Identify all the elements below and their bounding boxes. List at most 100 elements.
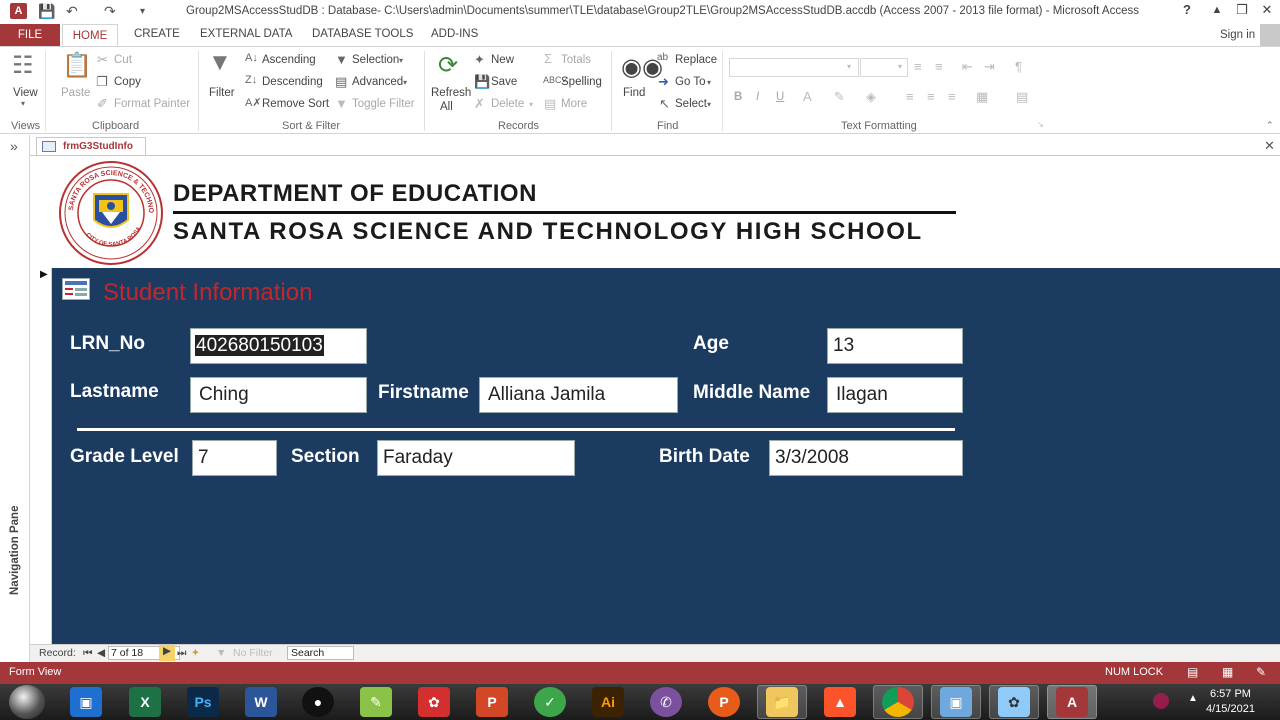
navigation-pane-label[interactable]: Navigation Pane	[9, 506, 21, 595]
view-icon[interactable]: ☷	[12, 51, 34, 80]
find-button[interactable]: Find	[623, 87, 645, 99]
view-button[interactable]: View	[13, 87, 38, 99]
close-button[interactable]: ✕	[1254, 2, 1280, 18]
age-field[interactable]: 13	[827, 328, 963, 364]
replace-button[interactable]: Replace	[675, 54, 717, 66]
paint-icon[interactable]: ✿	[998, 687, 1030, 717]
font-name-dropdown[interactable]	[729, 58, 859, 77]
grade-level-field[interactable]: 7	[192, 440, 277, 476]
copy-button[interactable]: Copy	[114, 76, 141, 88]
tab-add-ins[interactable]: ADD-INS	[431, 28, 478, 40]
obs-record-icon[interactable]: ●	[302, 687, 334, 717]
goto-button[interactable]: Go To	[675, 76, 705, 88]
more-button[interactable]: More	[561, 98, 587, 110]
tab-database-tools[interactable]: DATABASE TOOLS	[312, 28, 413, 40]
delete-record-button[interactable]: Delete	[491, 98, 524, 110]
cut-button[interactable]: Cut	[114, 54, 132, 66]
increase-indent-icon[interactable]: ⇥	[984, 59, 995, 75]
lastname-field[interactable]: Ching	[190, 377, 367, 413]
decrease-indent-icon[interactable]: ⇤	[962, 59, 973, 75]
camtasia-icon[interactable]: ✓	[534, 687, 566, 717]
save-record-button[interactable]: Save	[491, 76, 517, 88]
tray-app-icon[interactable]	[1153, 693, 1169, 709]
navigation-pane[interactable]: » Navigation Pane	[0, 135, 30, 662]
notepad-icon[interactable]: ✎	[360, 687, 392, 717]
paragraph-direction-icon[interactable]: ¶	[1015, 59, 1022, 74]
potplayer-icon[interactable]: P	[708, 687, 740, 717]
ascending-button[interactable]: Ascending	[262, 54, 316, 66]
chrome-icon[interactable]	[882, 687, 914, 717]
acrobat-icon[interactable]: ✿	[418, 687, 450, 717]
fill-color-icon[interactable]: ◈	[866, 89, 876, 105]
sign-in-link[interactable]: Sign in	[1220, 29, 1255, 41]
brave-icon[interactable]: ▲	[824, 687, 856, 717]
dialog-launcher-icon[interactable]: ↘	[1037, 120, 1044, 129]
tab-create[interactable]: CREATE	[134, 28, 180, 40]
birth-date-field[interactable]: 3/3/2008	[769, 440, 963, 476]
ribbon-display-options-icon[interactable]: ▲	[1204, 4, 1230, 16]
new-record-nav-icon[interactable]: ✦	[191, 647, 200, 659]
advanced-button[interactable]: Advanced	[352, 76, 403, 88]
format-painter-button[interactable]: Format Painter	[114, 98, 190, 110]
italic-button[interactable]: I	[756, 91, 759, 103]
select-button[interactable]: Select	[675, 98, 707, 110]
new-record-button[interactable]: New	[491, 54, 514, 66]
design-view-icon[interactable]: ✎	[1256, 665, 1266, 679]
highlight-icon[interactable]: ✎	[834, 89, 845, 105]
help-button[interactable]: ?	[1174, 2, 1200, 17]
viber-icon[interactable]: ✆	[650, 687, 682, 717]
lrn-field[interactable]: 402680150103	[190, 328, 367, 364]
collapse-ribbon-icon[interactable]: ⌃	[1266, 120, 1274, 131]
firstname-field[interactable]: Alliana Jamila	[479, 377, 678, 413]
datasheet-view-icon[interactable]: ▦	[1222, 665, 1233, 679]
previous-record-icon[interactable]: ◀	[97, 647, 105, 659]
numbering-icon[interactable]: ≡	[935, 59, 943, 74]
bold-button[interactable]: B	[734, 91, 742, 103]
excel-icon[interactable]: X	[129, 687, 161, 717]
photoshop-icon[interactable]: Ps	[187, 687, 219, 717]
powerpoint-icon[interactable]: P	[476, 687, 508, 717]
start-button[interactable]	[9, 685, 45, 719]
remote-app-icon[interactable]: ▣	[70, 687, 102, 717]
middlename-field[interactable]: Ilagan	[827, 377, 963, 413]
gridlines-icon[interactable]: ▦	[976, 89, 988, 105]
align-center-icon[interactable]: ≡	[927, 89, 935, 104]
redo-icon[interactable]: ↷	[104, 3, 116, 20]
form-view-icon[interactable]: ▤	[1187, 665, 1198, 679]
underline-button[interactable]: U	[776, 91, 784, 103]
tray-expand-icon[interactable]: ▲	[1188, 693, 1198, 704]
tab-external-data[interactable]: EXTERNAL DATA	[200, 28, 292, 40]
first-record-icon[interactable]: ⏮	[83, 647, 92, 660]
remove-sort-button[interactable]: Remove Sort	[262, 98, 329, 110]
virtualbox-icon[interactable]: ▣	[940, 687, 972, 717]
undo-icon[interactable]: ↶	[66, 3, 78, 20]
access-app-icon[interactable]: A	[10, 3, 27, 19]
bullets-icon[interactable]: ≡	[914, 59, 922, 74]
filter-icon[interactable]: ▼	[208, 49, 232, 77]
tab-file[interactable]: FILE	[0, 24, 60, 46]
section-field[interactable]: Faraday	[377, 440, 575, 476]
no-filter-label[interactable]: No Filter	[233, 647, 273, 659]
spelling-button[interactable]: Spelling	[561, 76, 602, 88]
illustrator-icon[interactable]: Ai	[592, 687, 624, 717]
nav-pane-toggle[interactable]: »	[10, 138, 18, 154]
totals-button[interactable]: Totals	[561, 54, 591, 66]
last-record-icon[interactable]: ⏭	[177, 647, 186, 660]
record-selector[interactable]: ▶	[35, 268, 52, 644]
filter-button[interactable]: Filter	[209, 87, 235, 99]
access-taskbar-icon[interactable]: A	[1056, 687, 1088, 717]
system-clock[interactable]: 6:57 PM 4/15/2021	[1206, 687, 1255, 717]
toggle-filter-button[interactable]: Toggle Filter	[352, 98, 415, 110]
account-avatar[interactable]	[1260, 24, 1280, 46]
save-icon[interactable]: 💾	[38, 3, 55, 20]
refresh-all-button[interactable]: Refresh	[431, 87, 471, 99]
customize-qat-icon[interactable]: ▾	[140, 6, 145, 17]
file-explorer-icon[interactable]: 📁	[766, 687, 798, 717]
paste-button[interactable]: Paste	[61, 87, 90, 99]
selection-button[interactable]: Selection	[352, 54, 399, 66]
next-record-icon[interactable]: ▶	[159, 645, 175, 661]
paste-icon[interactable]: 📋	[62, 51, 92, 80]
document-tab[interactable]: frmG3StudInfo	[36, 137, 146, 156]
align-right-icon[interactable]: ≡	[948, 89, 956, 104]
refresh-icon[interactable]: ⟳	[438, 51, 458, 80]
